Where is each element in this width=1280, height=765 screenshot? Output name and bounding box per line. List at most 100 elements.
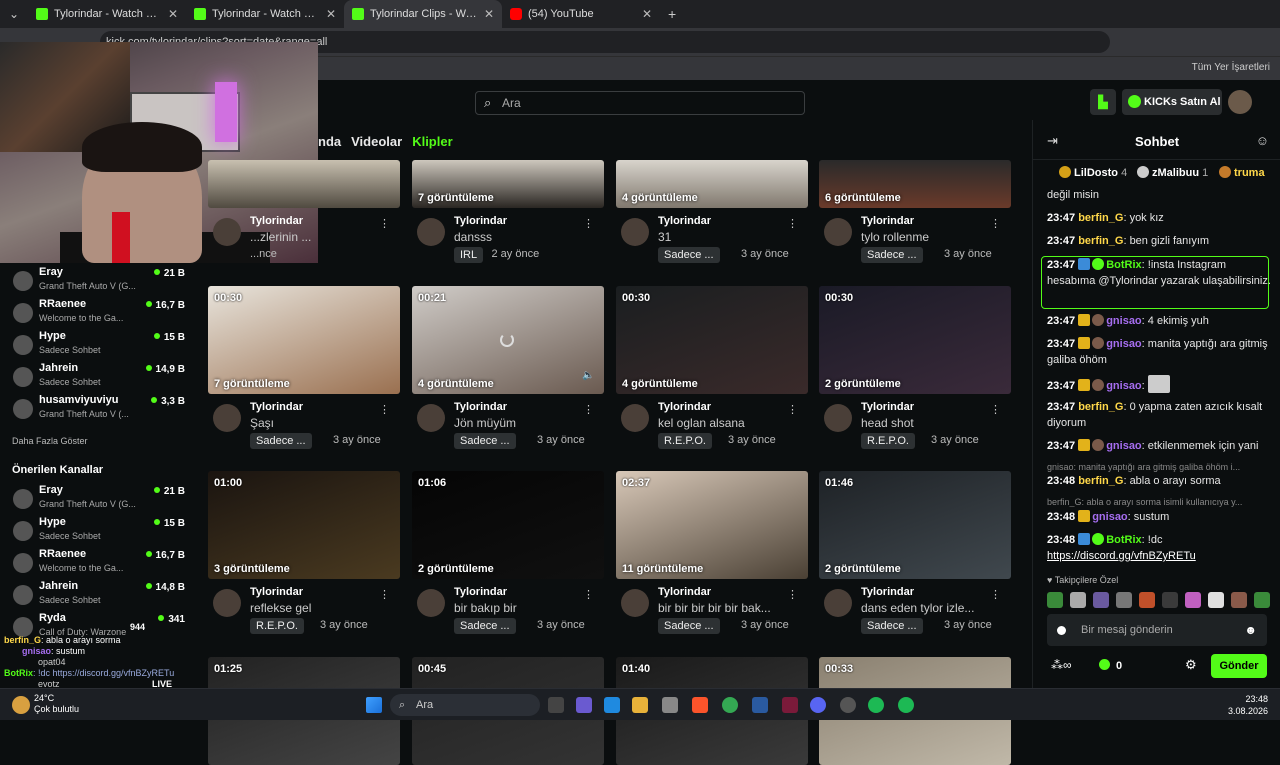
clip-channel[interactable]: Tylorindar	[454, 586, 507, 598]
clip-card[interactable]: 00:30 7 görüntüleme Tylorindar Şaşı ⋮ Sadece …	[208, 286, 400, 451]
category-tag[interactable]: Sadece ...	[454, 618, 516, 634]
avatar[interactable]	[417, 218, 445, 246]
clip-thumbnail[interactable]: 00:30 2 görüntüleme	[819, 286, 1011, 394]
more-options-icon[interactable]: ⋮	[379, 403, 390, 416]
avatar[interactable]	[621, 404, 649, 432]
emote-icon[interactable]	[1208, 592, 1224, 608]
sidebar-channel[interactable]: RRaenee Welcome to the Ga... 16,7 B	[10, 548, 185, 578]
spotify-icon[interactable]	[898, 697, 914, 713]
clip-title[interactable]: bir bakıp bir	[454, 601, 584, 615]
tab-streams[interactable]: nda	[318, 134, 341, 149]
clip-title[interactable]: Jön müyüm	[454, 416, 584, 430]
clip-channel[interactable]: Tylorindar	[250, 215, 303, 227]
edge-icon[interactable]	[604, 697, 620, 713]
avatar[interactable]	[1228, 90, 1252, 114]
task-view-icon[interactable]	[548, 697, 564, 713]
emote-icon[interactable]	[1254, 592, 1270, 608]
clip-thumbnail[interactable]: 7 görüntüleme	[412, 160, 604, 208]
clip-title[interactable]: Şaşı	[250, 416, 380, 430]
discord-icon[interactable]	[810, 697, 826, 713]
more-options-icon[interactable]: ⋮	[583, 217, 594, 230]
sidebar-channel[interactable]: RRaenee Welcome to the Ga... 16,7 B	[10, 298, 185, 328]
store-icon[interactable]	[662, 697, 678, 713]
brave-icon[interactable]	[692, 697, 708, 713]
close-icon[interactable]: ✕	[168, 7, 178, 21]
category-tag[interactable]: Sadece ...	[658, 247, 720, 263]
clip-channel[interactable]: Tylorindar	[861, 401, 914, 413]
clip-card[interactable]: 01:40	[616, 657, 808, 765]
chrome-icon[interactable]	[722, 697, 738, 713]
clip-channel[interactable]: Tylorindar	[658, 401, 711, 413]
show-more-link[interactable]: Daha Fazla Göster	[12, 436, 88, 446]
clip-title[interactable]: 31	[658, 230, 788, 244]
clip-card[interactable]: 00:30 4 görüntüleme Tylorindar kel oglan al…	[616, 286, 808, 451]
category-tag[interactable]: R.E.P.O.	[658, 433, 712, 449]
browser-tab[interactable]: (54) YouTube ✕	[502, 0, 660, 28]
category-tag[interactable]: IRL	[454, 247, 484, 263]
new-tab-button[interactable]: +	[660, 6, 676, 22]
clip-thumbnail[interactable]: 00:30 7 görüntüleme	[208, 286, 400, 394]
close-icon[interactable]: ✕	[484, 7, 494, 21]
more-options-icon[interactable]: ⋮	[787, 588, 798, 601]
clip-thumbnail[interactable]: 00:30 4 görüntüleme	[616, 286, 808, 394]
clip-thumbnail[interactable]: 02:37 11 görüntüleme	[616, 471, 808, 579]
emote-icon[interactable]	[1093, 592, 1109, 608]
gifter-item[interactable]: zMalibuu 1	[1137, 166, 1208, 179]
clip-channel[interactable]: Tylorindar	[454, 401, 507, 413]
chat-actions-icon[interactable]: ⁂∞	[1051, 658, 1072, 672]
clip-card[interactable]: 00:45	[412, 657, 604, 765]
close-icon[interactable]: ✕	[326, 7, 336, 21]
tab-clips[interactable]: Klipler	[412, 134, 452, 149]
clip-thumbnail[interactable]: 6 görüntüleme	[819, 160, 1011, 208]
clip-title[interactable]: bir bir bir bir bir bak...	[658, 601, 788, 615]
obs-icon[interactable]	[840, 697, 856, 713]
clip-channel[interactable]: Tylorindar	[250, 401, 303, 413]
system-clock[interactable]: 23:48 3.08.2026	[1228, 693, 1268, 717]
clip-title[interactable]: ...zlerinin ...	[250, 230, 380, 244]
clip-card[interactable]: 00:21 4 görüntüleme Tylorindar Jön müyüm ⋮ Sa…	[412, 286, 604, 451]
emote-icon[interactable]	[1116, 592, 1132, 608]
close-icon[interactable]: ✕	[642, 7, 652, 21]
browser-tab-active[interactable]: Tylorindar Clips - Watch Live on✕	[344, 0, 502, 28]
clip-title[interactable]: dans eden tylor izle...	[861, 601, 991, 615]
more-options-icon[interactable]: ⋮	[583, 403, 594, 416]
clip-title[interactable]: dansss	[454, 230, 584, 244]
avatar[interactable]	[417, 589, 445, 617]
clip-card[interactable]: 02:37 11 görüntüleme Tylorindar bir bir bir…	[616, 471, 808, 636]
send-button[interactable]: Gönder	[1211, 654, 1267, 678]
clip-thumbnail[interactable]: 01:00 3 görüntüleme	[208, 471, 400, 579]
sidebar-channel[interactable]: Hype Sadece Sohbet 15 B	[10, 330, 185, 360]
sidebar-channel[interactable]: Eray Grand Theft Auto V (G... 21 B	[10, 484, 185, 514]
avatar[interactable]	[213, 218, 241, 246]
copilot-icon[interactable]	[576, 697, 592, 713]
kicks-balance[interactable]: 0	[1099, 659, 1122, 672]
clip-title[interactable]: kel oglan alsana	[658, 416, 788, 430]
weather-widget[interactable]: 24°C Çok bulutlu	[34, 693, 79, 715]
search-input[interactable]: Ara	[475, 91, 805, 115]
gear-icon[interactable]: ⚙	[1185, 657, 1197, 673]
file-explorer-icon[interactable]	[632, 697, 648, 713]
avatar[interactable]	[213, 589, 241, 617]
reply-preview[interactable]: berfin_G: abla o arayı sorma isimli kull…	[1047, 497, 1267, 507]
volume-icon[interactable]: 🔈	[582, 370, 594, 381]
kick-logo-icon[interactable]: ▙	[1090, 89, 1116, 115]
windows-start-icon[interactable]	[366, 697, 382, 713]
emote-icon[interactable]	[1070, 592, 1086, 608]
avatar[interactable]	[824, 218, 852, 246]
sidebar-channel[interactable]: Hype Sadece Sohbet 15 B	[10, 516, 185, 546]
category-tag[interactable]: Sadece ...	[861, 247, 923, 263]
avatar[interactable]	[213, 404, 241, 432]
app-icon[interactable]	[782, 697, 798, 713]
reply-preview[interactable]: gnisao: manita yaptığı ara gitmiş galiba…	[1047, 462, 1267, 472]
avatar[interactable]	[824, 589, 852, 617]
category-tag[interactable]: Sadece ...	[250, 433, 312, 449]
tab-search-icon[interactable]: ⌄	[0, 7, 28, 21]
clip-channel[interactable]: Tylorindar	[250, 586, 303, 598]
clip-channel[interactable]: Tylorindar	[861, 215, 914, 227]
spotify-icon[interactable]	[868, 697, 884, 713]
emote-icon[interactable]	[1231, 592, 1247, 608]
avatar[interactable]	[417, 404, 445, 432]
discord-link[interactable]: https://discord.gg/vfnBZyRETu	[1047, 550, 1196, 562]
avatar[interactable]	[621, 589, 649, 617]
category-tag[interactable]: R.E.P.O.	[250, 618, 304, 634]
